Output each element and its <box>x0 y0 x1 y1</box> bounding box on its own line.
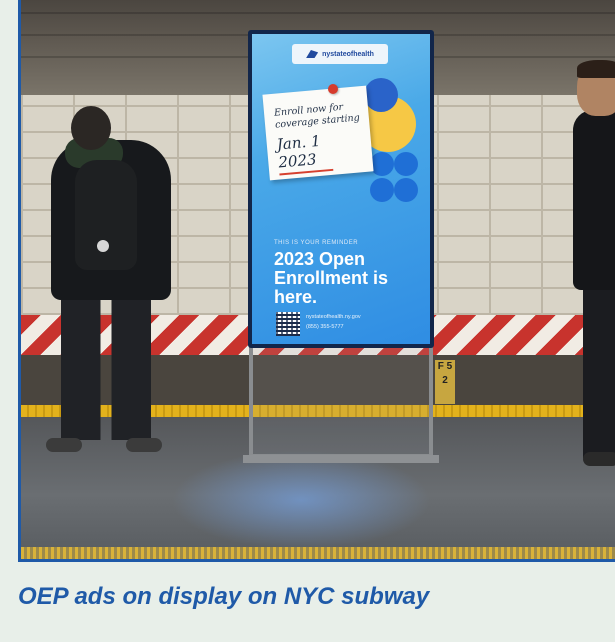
kiosk-stand <box>249 340 433 458</box>
brand-name: nystateofhealth <box>322 50 374 58</box>
dot-circle <box>370 178 394 202</box>
screen-reflection <box>171 450 431 550</box>
dot-circle <box>394 178 418 202</box>
blue-circle <box>364 78 398 112</box>
dot-circle <box>370 152 394 176</box>
platform-sign: F 5 2 <box>435 360 455 404</box>
backpack-logo <box>97 240 109 252</box>
phone-text: (855) 355-5777 <box>306 324 344 330</box>
sticky-note: Enroll now for coverage starting Jan. 1 … <box>262 85 374 181</box>
qr-code-icon <box>276 312 300 336</box>
reminder-label: THIS IS YOUR REMINDER <box>274 240 359 246</box>
dot-circle <box>394 152 418 176</box>
website-text: nystateofhealth.ny.gov <box>306 314 361 320</box>
subway-photo: F 5 2 nystateofhealth Enroll now for cov… <box>18 0 615 562</box>
ny-state-icon <box>306 50 319 58</box>
backpack <box>75 160 137 270</box>
photo-caption: OEP ads on display on NYC subway <box>18 583 430 610</box>
contact-info: nystateofhealth.ny.gov (855) 355-5777 <box>306 312 361 332</box>
pushpin-icon <box>328 84 338 94</box>
note-date: Jan. 1 2023 <box>276 131 322 172</box>
ad-headline: 2023 Open Enrollment is here. <box>274 249 389 307</box>
digital-ad-kiosk: nystateofhealth Enroll now for coverage … <box>248 30 434 348</box>
platform-edge <box>21 547 615 559</box>
brand-badge: nystateofhealth <box>292 44 388 64</box>
kiosk-foot <box>243 455 439 463</box>
ad-screen: nystateofhealth Enroll now for coverage … <box>252 34 430 344</box>
